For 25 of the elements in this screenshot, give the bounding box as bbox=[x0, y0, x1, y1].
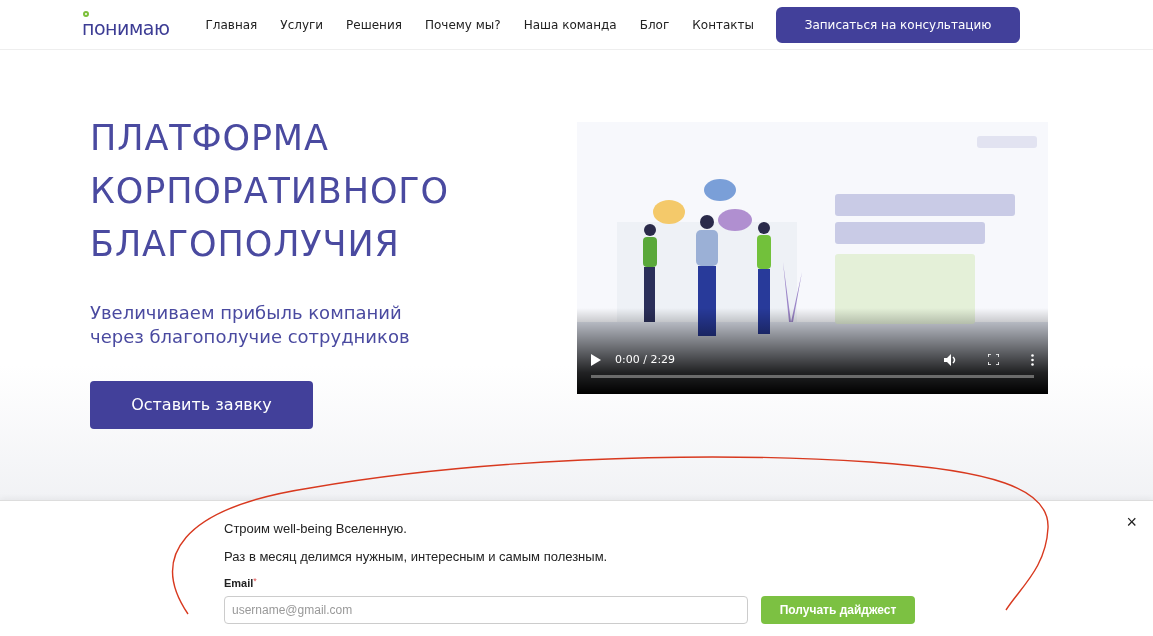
hero-title: ПЛАТФОРМА КОРПОРАТИВНОГО БЛАГОПОЛУЧИЯ bbox=[90, 117, 450, 266]
email-label: Email bbox=[224, 576, 254, 591]
video-time: 0:00 / 2:29 bbox=[615, 351, 676, 368]
video-player[interactable]: 0:00 / 2:29 bbox=[577, 122, 1048, 394]
request-button[interactable]: Оставить заявку bbox=[90, 381, 313, 429]
required-mark: * bbox=[253, 575, 257, 586]
email-field[interactable]: username@gmail.com bbox=[224, 595, 748, 624]
more-icon[interactable] bbox=[1031, 353, 1034, 366]
close-button[interactable]: × bbox=[1126, 513, 1137, 531]
consultation-button[interactable]: Записаться на консультацию bbox=[776, 6, 1021, 43]
nav-link[interactable]: Контакты bbox=[692, 15, 755, 34]
panel-heading: Строим well-being Вселенную. bbox=[224, 520, 407, 538]
nav-link[interactable]: Блог bbox=[639, 15, 670, 34]
nav-link[interactable]: Решения bbox=[346, 15, 402, 34]
progress-track[interactable] bbox=[591, 375, 1034, 378]
volume-icon[interactable] bbox=[944, 353, 958, 366]
nav-link[interactable]: Почему мы? bbox=[424, 15, 501, 34]
nav-link[interactable]: Главная bbox=[205, 15, 258, 34]
hero-subtitle: Увеличиваем прибыль компаний через благополучие сотрудников bbox=[90, 301, 411, 349]
nav-link[interactable]: Услуги bbox=[280, 15, 324, 34]
panel-text: Раз в месяц делимся нужным, интересным и самым полезным. bbox=[224, 547, 608, 566]
logo[interactable]: понимаю bbox=[82, 10, 170, 39]
fullscreen-icon[interactable] bbox=[988, 354, 999, 366]
nav-link[interactable]: Наша команда bbox=[523, 15, 617, 34]
play-icon[interactable] bbox=[591, 353, 601, 366]
